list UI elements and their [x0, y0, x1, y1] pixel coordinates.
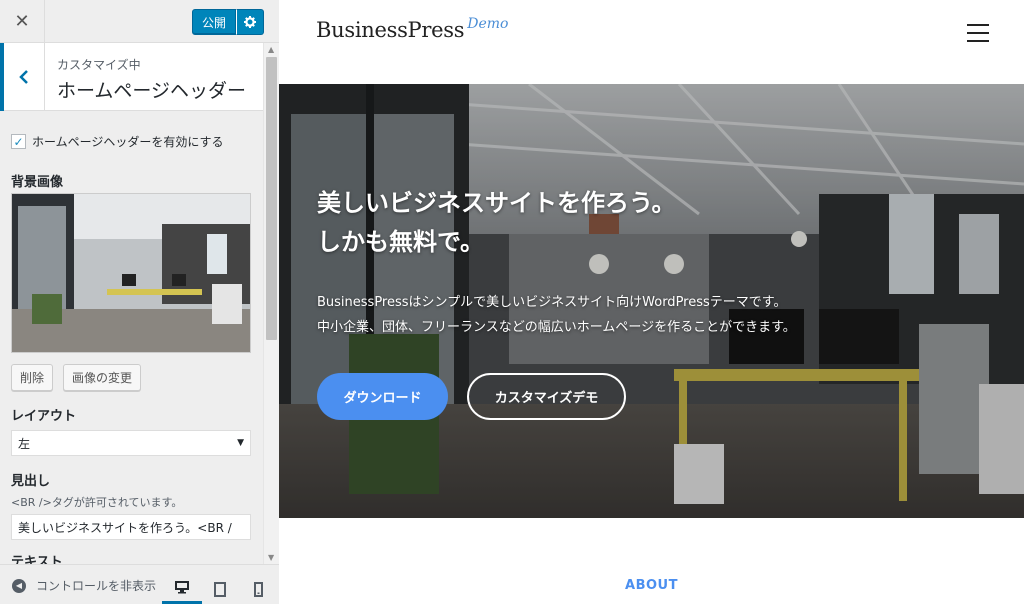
scroll-up-icon[interactable]: ▲ — [268, 45, 274, 54]
close-button[interactable]: ✕ — [0, 0, 45, 43]
tablet-icon — [214, 581, 226, 597]
device-desktop-button[interactable] — [162, 573, 202, 604]
menu-hamburger-icon[interactable] — [967, 24, 989, 42]
breadcrumb: カスタマイズ中 — [57, 58, 141, 72]
heading-description: <BR />タグが許可されています。 — [11, 496, 183, 509]
publish-button[interactable]: 公開 — [192, 9, 236, 35]
layout-label: レイアウト — [11, 409, 77, 424]
office-photo-thumbnail — [12, 194, 250, 352]
mobile-icon — [253, 581, 263, 597]
hero-section: 美しいビジネスサイトを作ろう。 しかも無料で。 BusinessPressはシン… — [279, 84, 1024, 518]
heading-input[interactable]: 美しいビジネスサイトを作ろう。<BR / — [11, 514, 251, 540]
controls-panel: カスタマイズ中 ホームページヘッダー ✓ ホームページヘッダーを有効にする 背景… — [0, 43, 263, 564]
publish-group: 公開 — [192, 9, 264, 35]
hero-heading-line2: しかも無料で。 — [317, 228, 485, 256]
site-preview: BusinessPress Demo 美しいビジネスサイトを作ろう。 しかも無料… — [279, 0, 1024, 604]
site-logo[interactable]: BusinessPress Demo — [316, 16, 509, 42]
dropdown-arrow-icon: ▼ — [237, 438, 244, 448]
publish-settings-button[interactable] — [236, 9, 264, 35]
hide-controls-button[interactable]: ◀ コントロールを非表示 — [12, 577, 156, 594]
hide-controls-label: コントロールを非表示 — [36, 579, 157, 593]
section-header: カスタマイズ中 ホームページヘッダー — [0, 43, 263, 111]
customizer-footer: ◀ コントロールを非表示 — [0, 564, 279, 604]
layout-select-value: 左 — [18, 436, 31, 451]
about-heading: ABOUT — [625, 578, 678, 593]
change-image-button[interactable]: 画像の変更 — [63, 364, 142, 391]
collapse-icon: ◀ — [12, 578, 26, 593]
hero-heading: 美しいビジネスサイトを作ろう。 しかも無料で。 — [317, 184, 676, 262]
device-mobile-button[interactable] — [238, 573, 278, 604]
section-title: ホームページヘッダー — [57, 80, 247, 102]
customizer-sidebar: ✕ 公開 カスタマイズ中 ホームページヘッダー ✓ ホームページヘッダーを有効に… — [0, 0, 279, 604]
customizer-topbar: ✕ 公開 — [0, 0, 279, 43]
site-header: BusinessPress Demo — [279, 0, 1024, 84]
back-button[interactable] — [0, 43, 45, 111]
text-label: テキスト — [11, 555, 63, 564]
panel-scrollbar[interactable]: ▲ ▼ — [263, 43, 279, 564]
gear-icon — [244, 16, 256, 28]
hero-description-line1: BusinessPressはシンプルで美しいビジネスサイト向けWordPress… — [317, 295, 787, 310]
close-icon: ✕ — [14, 11, 30, 32]
bg-image-thumbnail[interactable] — [11, 193, 251, 353]
hero-heading-line1: 美しいビジネスサイトを作ろう。 — [317, 189, 676, 217]
enable-header-checkbox[interactable]: ✓ — [11, 134, 26, 149]
hero-description: BusinessPressはシンプルで美しいビジネスサイト向けWordPress… — [317, 290, 796, 340]
heading-label: 見出し — [11, 474, 51, 489]
scrollbar-thumb[interactable] — [266, 57, 277, 340]
download-button[interactable]: ダウンロード — [317, 373, 448, 420]
remove-image-button[interactable]: 削除 — [11, 364, 54, 391]
desktop-icon — [175, 581, 189, 594]
layout-select[interactable]: 左 ▼ — [11, 430, 251, 456]
chevron-left-icon — [19, 70, 28, 84]
enable-header-row[interactable]: ✓ ホームページヘッダーを有効にする — [11, 133, 224, 150]
checkmark-icon: ✓ — [13, 134, 24, 149]
hero-description-line2: 中小企業、団体、フリーランスなどの幅広いホームページを作ることができます。 — [317, 320, 796, 335]
enable-header-label: ホームページヘッダーを有効にする — [32, 135, 224, 149]
device-tablet-button[interactable] — [200, 573, 240, 604]
image-actions: 削除 画像の変更 — [11, 364, 142, 391]
logo-text: BusinessPress — [316, 18, 465, 42]
customize-demo-button[interactable]: カスタマイズデモ — [467, 373, 626, 420]
scroll-down-icon[interactable]: ▼ — [268, 553, 274, 562]
logo-demo-tag: Demo — [467, 16, 509, 32]
bg-image-label: 背景画像 — [11, 175, 64, 190]
